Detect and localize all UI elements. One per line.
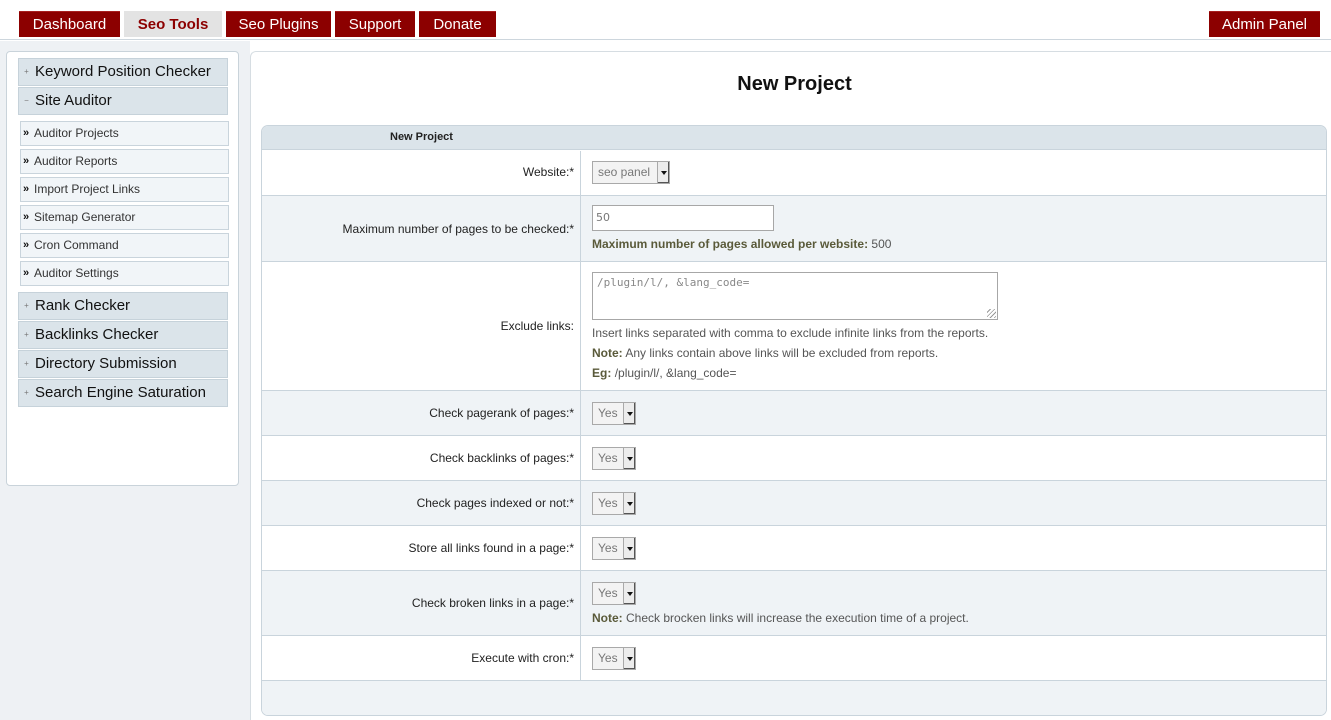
sidebar-group-label: Search Engine Saturation [35,384,206,401]
sidebar-item-label: Auditor Settings [34,266,119,280]
form-row-check-broken: Check broken links in a page:* Yes Note:… [262,571,1326,636]
sidebar-item-auditor-settings[interactable]: » Auditor Settings [20,261,229,286]
tab-dashboard[interactable]: Dashboard [19,11,120,37]
double-chevron-right-icon: » [23,267,30,279]
form-row-max-pages: Maximum number of pages to be checked:* … [262,196,1326,262]
dropdown-arrow-icon [623,648,635,669]
sidebar-group-keyword-position-checker[interactable]: + Keyword Position Checker [18,58,228,86]
check-indexed-label: Check pages indexed or not:* [416,496,574,510]
form-row-check-pagerank: Check pagerank of pages:* Yes [262,391,1326,436]
double-chevron-right-icon: » [23,127,30,139]
sidebar-item-sitemap-generator[interactable]: » Sitemap Generator [20,205,229,230]
dropdown-arrow-icon [623,448,635,469]
check-broken-label: Check broken links in a page:* [411,596,574,610]
check-broken-note: Note: Check brocken links will increase … [592,611,969,625]
main-content: New Project New Project Website:* seo pa… [250,51,1331,720]
website-select[interactable]: seo panel [592,161,670,184]
sidebar-group-label: Directory Submission [35,355,177,372]
exclude-links-label: Exclude links: [500,319,574,333]
sidebar-item-label: Import Project Links [34,182,141,196]
check-backlinks-select[interactable]: Yes [592,447,636,470]
double-chevron-right-icon: » [23,239,30,251]
admin-panel-button[interactable]: Admin Panel [1209,11,1320,37]
form-row-exclude-links: Exclude links: /plugin/l/, &lang_code= I… [262,262,1326,391]
exclude-links-note: Note: Any links contain above links will… [592,346,939,360]
store-links-select[interactable]: Yes [592,537,636,560]
execute-cron-select[interactable]: Yes [592,647,636,670]
double-chevron-right-icon: » [23,183,30,195]
form-row-store-links: Store all links found in a page:* Yes [262,526,1326,571]
store-links-value: Yes [598,541,618,555]
form-row-execute-cron: Execute with cron:* Yes [262,636,1326,681]
check-broken-select[interactable]: Yes [592,582,636,605]
expand-icon: + [24,67,29,76]
resize-grip-icon[interactable] [987,309,996,318]
check-broken-value: Yes [598,586,618,600]
check-pagerank-select[interactable]: Yes [592,402,636,425]
check-indexed-select[interactable]: Yes [592,492,636,515]
dropdown-arrow-icon [657,162,669,183]
form-row-website: Website:* seo panel [262,151,1326,196]
sidebar-item-auditor-reports[interactable]: » Auditor Reports [20,149,229,174]
sidebar-item-auditor-projects[interactable]: » Auditor Projects [20,121,229,146]
sidebar-group-backlinks-checker[interactable]: + Backlinks Checker [18,321,228,349]
sidebar-item-label: Cron Command [34,238,119,252]
website-select-value: seo panel [598,165,651,179]
check-pagerank-value: Yes [598,406,618,420]
max-pages-input[interactable]: 50 [592,205,774,231]
sidebar-group-label: Site Auditor [35,92,112,109]
sidebar-item-label: Auditor Projects [34,126,119,140]
dropdown-arrow-icon [623,583,635,604]
sidebar-background: + Keyword Position Checker − Site Audito… [0,41,250,720]
exclude-links-help: Insert links separated with comma to exc… [592,326,989,340]
tab-support[interactable]: Support [335,11,415,37]
sidebar-group-label: Rank Checker [35,297,131,314]
sidebar-group-search-engine-saturation[interactable]: + Search Engine Saturation [18,379,228,407]
store-links-label: Store all links found in a page:* [408,541,574,555]
collapse-icon: − [24,96,29,105]
check-backlinks-value: Yes [598,451,618,465]
top-navigation: Dashboard Seo Tools Seo Plugins Support … [0,0,1331,40]
execute-cron-label: Execute with cron:* [471,651,574,665]
expand-icon: + [24,388,29,397]
page-title: New Project [737,73,852,95]
exclude-links-placeholder: /plugin/l/, &lang_code= [597,276,750,289]
double-chevron-right-icon: » [23,155,30,167]
max-pages-note: Maximum number of pages allowed per webs… [592,237,892,251]
sidebar-item-import-project-links[interactable]: » Import Project Links [20,177,229,202]
check-pagerank-label: Check pagerank of pages:* [429,406,574,420]
sidebar-group-directory-submission[interactable]: + Directory Submission [18,350,228,378]
check-backlinks-label: Check backlinks of pages:* [429,451,574,465]
dropdown-arrow-icon [623,403,635,424]
sidebar: + Keyword Position Checker − Site Audito… [6,51,239,486]
exclude-links-textarea[interactable]: /plugin/l/, &lang_code= [592,272,998,320]
form-row-check-backlinks: Check backlinks of pages:* Yes [262,436,1326,481]
tab-seo-plugins[interactable]: Seo Plugins [226,11,331,37]
double-chevron-right-icon: » [23,211,30,223]
form-row-check-indexed: Check pages indexed or not:* Yes [262,481,1326,526]
sidebar-group-rank-checker[interactable]: + Rank Checker [18,292,228,320]
sidebar-item-cron-command[interactable]: » Cron Command [20,233,229,258]
sidebar-item-label: Auditor Reports [34,154,118,168]
expand-icon: + [24,359,29,368]
new-project-form: New Project Website:* seo panel Maximum … [261,125,1327,716]
sidebar-group-label: Backlinks Checker [35,326,159,343]
dropdown-arrow-icon [623,493,635,514]
form-header: New Project [262,126,1326,150]
check-indexed-value: Yes [598,496,618,510]
form-footer [262,681,1326,715]
sidebar-group-site-auditor[interactable]: − Site Auditor [18,87,228,115]
website-label: Website:* [522,165,574,179]
exclude-links-example: Eg: /plugin/l/, &lang_code= [592,366,737,380]
expand-icon: + [24,301,29,310]
form-header-title: New Project [390,131,453,143]
tab-seo-tools[interactable]: Seo Tools [124,11,222,37]
tab-donate[interactable]: Donate [419,11,496,37]
dropdown-arrow-icon [623,538,635,559]
sidebar-item-label: Sitemap Generator [34,210,136,224]
execute-cron-value: Yes [598,651,618,665]
max-pages-label: Maximum number of pages to be checked:* [342,222,574,236]
sidebar-group-label: Keyword Position Checker [35,63,211,80]
expand-icon: + [24,330,29,339]
